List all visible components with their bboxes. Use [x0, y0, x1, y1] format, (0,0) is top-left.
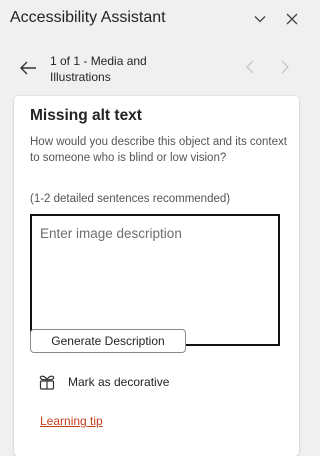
prev-chevron-icon[interactable]	[243, 59, 257, 75]
issue-position: 1 of 1 - Media and Illustrations	[50, 54, 147, 84]
learning-tip-link[interactable]: Learning tip	[40, 414, 103, 428]
mark-decorative-option[interactable]: Mark as decorative	[38, 370, 169, 394]
card-title: Missing alt text	[30, 107, 142, 124]
generate-description-button[interactable]: Generate Description	[30, 329, 186, 353]
alt-text-card: Missing alt text How would you describe …	[14, 96, 299, 456]
sentence-hint: (1-2 detailed sentences recommended)	[30, 193, 231, 205]
pane-header: Accessibility Assistant	[0, 0, 311, 38]
image-description-input[interactable]	[30, 214, 280, 346]
decorative-icon	[38, 373, 56, 391]
pane-title: Accessibility Assistant	[10, 9, 166, 26]
card-description: How would you describe this object and i…	[30, 136, 287, 164]
chevron-down-icon[interactable]	[251, 10, 269, 28]
back-arrow-icon[interactable]	[18, 58, 38, 78]
issue-navigation: 1 of 1 - Media and Illustrations	[0, 44, 311, 90]
mark-decorative-label: Mark as decorative	[68, 375, 170, 389]
close-icon[interactable]	[283, 10, 301, 28]
next-chevron-icon[interactable]	[278, 59, 292, 75]
